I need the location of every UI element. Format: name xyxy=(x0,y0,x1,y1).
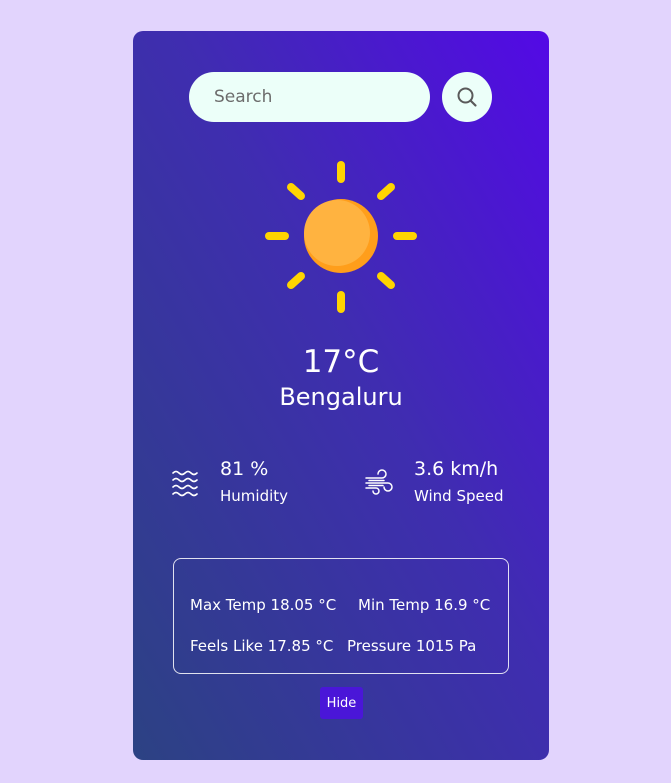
weather-card: 17°C Bengaluru 81 % Humidity 3.6 km/h Wi… xyxy=(133,31,549,760)
humidity-value: 81 % xyxy=(220,458,269,480)
wind-speed-value: 3.6 km/h xyxy=(414,458,499,480)
city-name: Bengaluru xyxy=(279,383,403,411)
search-icon xyxy=(457,87,477,107)
wind-speed-label: Wind Speed xyxy=(414,487,504,505)
pressure: Pressure 1015 Pa xyxy=(347,637,477,655)
max-temp: Max Temp 18.05 °C xyxy=(190,596,337,614)
details-panel: Max Temp 18.05 °C Min Temp 16.9 °C Feels… xyxy=(173,558,509,674)
search-button[interactable] xyxy=(442,72,492,122)
wind-icon xyxy=(365,469,393,495)
humidity-stat: 81 % Humidity xyxy=(170,456,340,512)
hide-button[interactable]: Hide xyxy=(320,687,363,719)
min-temp: Min Temp 16.9 °C xyxy=(358,596,491,614)
temperature: 17°C xyxy=(302,344,380,380)
search-input[interactable] xyxy=(189,72,430,122)
humidity-waves-icon xyxy=(172,470,198,497)
sun-icon xyxy=(265,161,417,313)
humidity-label: Humidity xyxy=(220,487,289,505)
feels-like: Feels Like 17.85 °C xyxy=(190,637,334,655)
wind-stat: 3.6 km/h Wind Speed xyxy=(364,456,544,512)
search-bar xyxy=(189,72,493,122)
